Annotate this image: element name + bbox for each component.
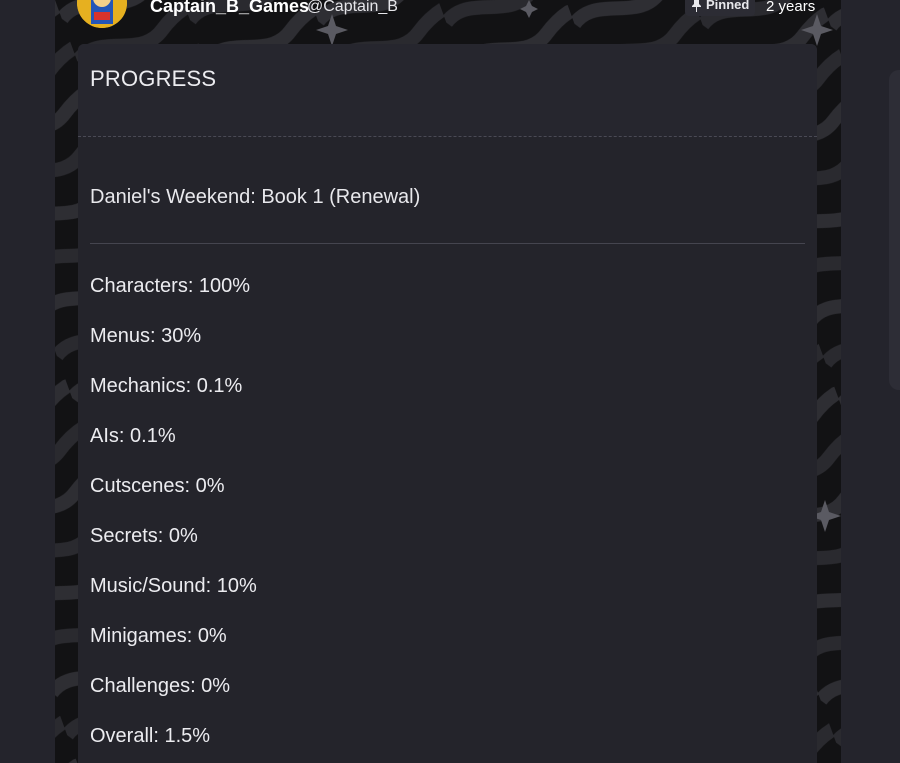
card-subtitle: Daniel's Weekend: Book 1 (Renewal) bbox=[90, 186, 421, 208]
sidebar-scroll-edge[interactable] bbox=[889, 70, 900, 390]
progress-item: Overall: 1.5% bbox=[90, 725, 211, 747]
pin-icon bbox=[692, 0, 701, 12]
pinned-badge: Pinned bbox=[685, 0, 756, 16]
progress-item: Music/Sound: 10% bbox=[90, 575, 257, 597]
pinned-label: Pinned bbox=[706, 0, 750, 12]
progress-item: Minigames: 0% bbox=[90, 625, 227, 647]
card-header: PROGRESS bbox=[78, 44, 817, 137]
progress-item: Characters: 100% bbox=[90, 275, 251, 297]
post-author-handle[interactable]: @Captain_B bbox=[307, 0, 398, 17]
post-timestamp[interactable]: 2 years bbox=[766, 0, 815, 17]
post-content-card: PROGRESS Daniel's Weekend: Book 1 (Renew… bbox=[78, 44, 817, 763]
divider bbox=[90, 243, 805, 244]
post-author-username[interactable]: Captain_B_Games bbox=[150, 0, 309, 17]
progress-item: Secrets: 0% bbox=[90, 525, 198, 547]
card-title: PROGRESS bbox=[90, 66, 217, 91]
avatar[interactable] bbox=[77, 0, 127, 28]
progress-list: Characters: 100% Menus: 30% Mechanics: 0… bbox=[90, 273, 257, 763]
progress-item: Challenges: 0% bbox=[90, 675, 231, 697]
progress-item: AIs: 0.1% bbox=[90, 425, 176, 447]
progress-item: Mechanics: 0.1% bbox=[90, 375, 243, 397]
avatar-image bbox=[77, 0, 127, 28]
post-header: Captain_B_Games @Captain_B Pinned 2 year… bbox=[55, 0, 841, 44]
progress-item: Cutscenes: 0% bbox=[90, 475, 225, 497]
page: Captain_B_Games @Captain_B Pinned 2 year… bbox=[0, 0, 900, 763]
progress-item: Menus: 30% bbox=[90, 325, 202, 347]
